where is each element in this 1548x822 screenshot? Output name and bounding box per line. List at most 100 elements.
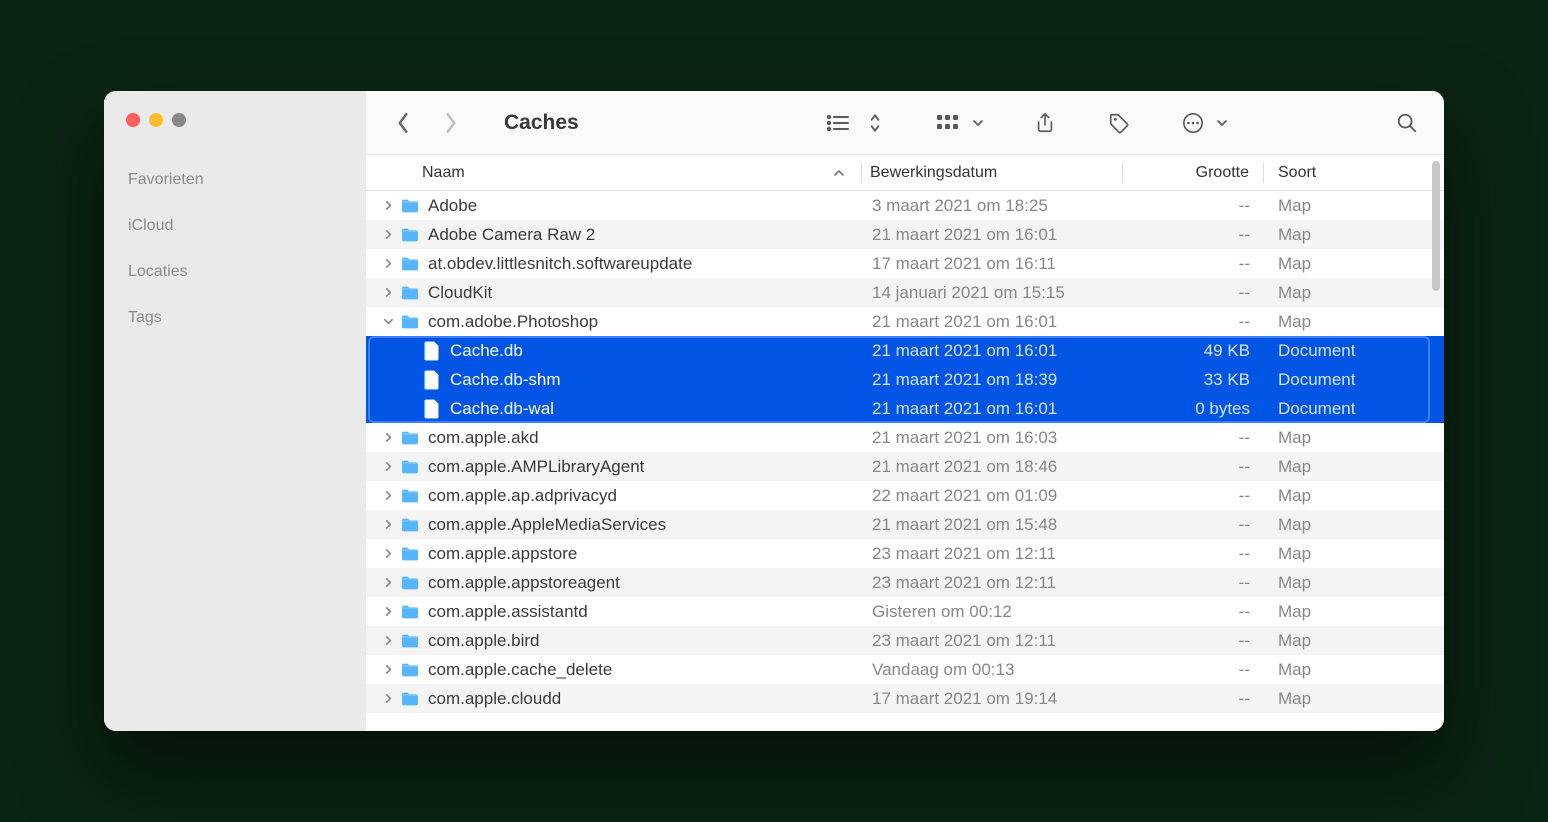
- chevron-down-icon: [1216, 117, 1228, 129]
- item-name: at.obdev.littlesnitch.softwareupdate: [428, 254, 692, 274]
- disclosure-triangle[interactable]: [378, 432, 398, 443]
- disclosure-triangle[interactable]: [378, 200, 398, 211]
- folder-icon: [398, 285, 422, 301]
- folder-row[interactable]: com.apple.ap.adprivacyd22 maart 2021 om …: [366, 481, 1444, 510]
- share-button[interactable]: [1032, 112, 1058, 134]
- file-row[interactable]: Cache.db21 maart 2021 om 16:0149 KBDocum…: [366, 336, 1444, 365]
- disclosure-triangle[interactable]: [378, 664, 398, 675]
- item-date: 23 maart 2021 om 12:11: [864, 631, 1124, 651]
- folder-icon: [398, 575, 422, 591]
- back-button[interactable]: [390, 112, 416, 134]
- column-header-name[interactable]: Naam: [366, 164, 861, 182]
- close-button[interactable]: [126, 113, 140, 127]
- folder-row[interactable]: com.apple.appstoreagent23 maart 2021 om …: [366, 568, 1444, 597]
- item-name: Cache.db-wal: [450, 399, 554, 419]
- item-date: 21 maart 2021 om 16:01: [864, 312, 1124, 332]
- item-date: 22 maart 2021 om 01:09: [864, 486, 1124, 506]
- disclosure-triangle[interactable]: [378, 461, 398, 472]
- folder-row[interactable]: com.apple.appstore 23 maart 2021 om 12:11…: [366, 539, 1444, 568]
- folder-icon: [398, 633, 422, 649]
- folder-icon: [398, 256, 422, 272]
- folder-row[interactable]: com.apple.AppleMediaServices21 maart 202…: [366, 510, 1444, 539]
- item-size: 33 KB: [1124, 370, 1264, 390]
- column-header-date[interactable]: Bewerkingsdatum: [862, 164, 1122, 182]
- column-header-size[interactable]: Grootte: [1123, 164, 1263, 182]
- folder-row[interactable]: com.apple.bird23 maart 2021 om 12:11--Ma…: [366, 626, 1444, 655]
- zoom-button[interactable]: [172, 113, 186, 127]
- folder-icon: [398, 604, 422, 620]
- folder-icon: [398, 227, 422, 243]
- sidebar-section[interactable]: Tags: [104, 295, 366, 341]
- disclosure-triangle[interactable]: [378, 519, 398, 530]
- item-kind: Map: [1264, 457, 1444, 477]
- file-row[interactable]: Cache.db-wal21 maart 2021 om 16:010 byte…: [366, 394, 1444, 423]
- item-kind: Map: [1264, 225, 1444, 245]
- item-date: 21 maart 2021 om 16:01: [864, 225, 1124, 245]
- column-headers: Naam Bewerkingsdatum Grootte Soort: [366, 155, 1444, 191]
- item-kind: Map: [1264, 196, 1444, 216]
- updown-icon: [862, 112, 888, 134]
- folder-row[interactable]: com.apple.akd21 maart 2021 om 16:03--Map: [366, 423, 1444, 452]
- folder-row[interactable]: Adobe Camera Raw 221 maart 2021 om 16:01…: [366, 220, 1444, 249]
- folder-icon: [398, 488, 422, 504]
- disclosure-triangle[interactable]: [378, 548, 398, 559]
- disclosure-triangle[interactable]: [378, 693, 398, 704]
- item-size: --: [1124, 573, 1264, 593]
- disclosure-triangle[interactable]: [378, 606, 398, 617]
- view-mode-button[interactable]: [826, 112, 888, 134]
- item-size: --: [1124, 602, 1264, 622]
- sort-ascending-icon: [833, 166, 845, 184]
- sidebar-section[interactable]: iCloud: [104, 203, 366, 249]
- toolbar: Caches: [366, 91, 1444, 155]
- item-date: 21 maart 2021 om 18:46: [864, 457, 1124, 477]
- folder-row[interactable]: CloudKit14 januari 2021 om 15:15--Map: [366, 278, 1444, 307]
- item-kind: Map: [1264, 283, 1444, 303]
- main-pane: Caches: [366, 91, 1444, 731]
- disclosure-triangle[interactable]: [378, 490, 398, 501]
- folder-icon: [398, 459, 422, 475]
- folder-row[interactable]: Adobe3 maart 2021 om 18:25--Map: [366, 191, 1444, 220]
- sidebar-section[interactable]: Locaties: [104, 249, 366, 295]
- disclosure-triangle[interactable]: [378, 229, 398, 240]
- folder-icon: [398, 198, 422, 214]
- folder-row[interactable]: com.apple.AMPLibraryAgent21 maart 2021 o…: [366, 452, 1444, 481]
- folder-row[interactable]: com.apple.assistantdGisteren om 00:12--M…: [366, 597, 1444, 626]
- item-date: 21 maart 2021 om 16:03: [864, 428, 1124, 448]
- forward-button[interactable]: [438, 112, 464, 134]
- disclosure-triangle[interactable]: [378, 577, 398, 588]
- item-size: --: [1124, 544, 1264, 564]
- folder-row[interactable]: com.adobe.Photoshop21 maart 2021 om 16:0…: [366, 307, 1444, 336]
- item-size: --: [1124, 428, 1264, 448]
- item-kind: Document: [1264, 399, 1444, 419]
- column-header-kind[interactable]: Soort: [1264, 164, 1444, 182]
- folder-icon: [398, 662, 422, 678]
- item-date: 21 maart 2021 om 16:01: [864, 399, 1124, 419]
- scrollbar-thumb[interactable]: [1432, 161, 1440, 291]
- item-name: com.apple.cloudd: [428, 689, 561, 709]
- item-name: com.apple.bird: [428, 631, 540, 651]
- item-date: 21 maart 2021 om 15:48: [864, 515, 1124, 535]
- disclosure-triangle[interactable]: [378, 287, 398, 298]
- folder-row[interactable]: com.apple.cache_deleteVandaag om 00:13--…: [366, 655, 1444, 684]
- tags-button[interactable]: [1106, 112, 1132, 134]
- item-kind: Document: [1264, 370, 1444, 390]
- disclosure-triangle[interactable]: [378, 316, 398, 327]
- item-kind: Map: [1264, 689, 1444, 709]
- item-kind: Map: [1264, 631, 1444, 651]
- item-size: --: [1124, 254, 1264, 274]
- item-name: com.apple.appstore: [428, 544, 577, 564]
- action-button[interactable]: [1180, 112, 1228, 134]
- item-date: 23 maart 2021 om 12:11: [864, 544, 1124, 564]
- item-kind: Map: [1264, 544, 1444, 564]
- minimize-button[interactable]: [149, 113, 163, 127]
- file-row[interactable]: Cache.db-shm21 maart 2021 om 18:3933 KBD…: [366, 365, 1444, 394]
- folder-row[interactable]: com.apple.cloudd17 maart 2021 om 19:14--…: [366, 684, 1444, 713]
- folder-row[interactable]: at.obdev.littlesnitch.softwareupdate17 m…: [366, 249, 1444, 278]
- group-button[interactable]: [936, 112, 984, 134]
- item-date: 21 maart 2021 om 16:01: [864, 341, 1124, 361]
- disclosure-triangle[interactable]: [378, 258, 398, 269]
- disclosure-triangle[interactable]: [378, 635, 398, 646]
- sidebar-section[interactable]: Favorieten: [104, 157, 366, 203]
- file-list[interactable]: Adobe3 maart 2021 om 18:25--MapAdobe Cam…: [366, 191, 1444, 731]
- search-button[interactable]: [1394, 112, 1420, 134]
